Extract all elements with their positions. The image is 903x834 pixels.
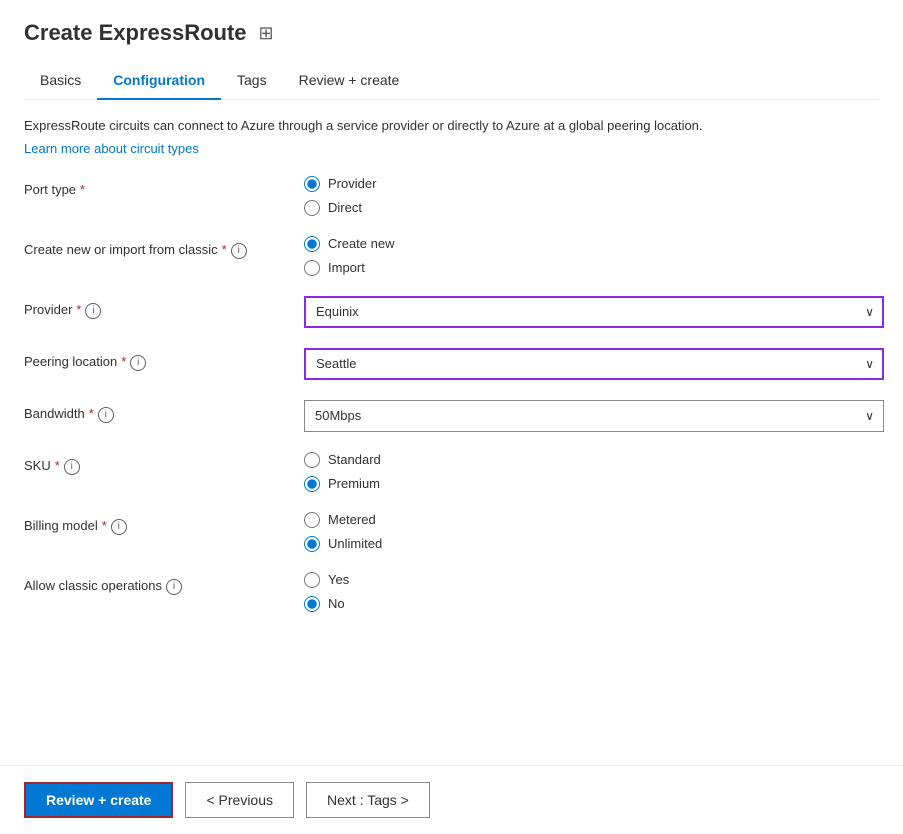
billing-model-label: Billing model [24,518,98,533]
billing-model-label-col: Billing model * i [24,512,304,535]
provider-row: Provider * i Equinix AT&T Verizon Centur… [24,296,879,328]
create-import-row: Create new or import from classic * i Cr… [24,236,879,276]
sku-standard-label: Standard [328,452,381,467]
sku-info-icon[interactable]: i [64,459,80,475]
main-content: Create ExpressRoute ⊞ Basics Configurati… [0,0,903,765]
create-import-required: * [222,242,227,257]
bandwidth-controls: 50Mbps 100Mbps 200Mbps 500Mbps 1Gbps 2Gb… [304,400,884,432]
create-new-label: Create new [328,236,394,251]
tabs-container: Basics Configuration Tags Review + creat… [24,62,879,100]
billing-model-info-icon[interactable]: i [111,519,127,535]
sku-standard-option[interactable]: Standard [304,452,879,468]
create-import-label: Create new or import from classic [24,242,218,257]
tab-basics[interactable]: Basics [24,62,97,100]
bandwidth-label-col: Bandwidth * i [24,400,304,423]
provider-select-wrapper: Equinix AT&T Verizon CenturyLink [304,296,884,328]
bandwidth-info-icon[interactable]: i [98,407,114,423]
tab-configuration[interactable]: Configuration [97,62,221,100]
bandwidth-select[interactable]: 50Mbps 100Mbps 200Mbps 500Mbps 1Gbps 2Gb… [304,400,884,432]
allow-classic-yes-radio[interactable] [304,572,320,588]
bandwidth-label: Bandwidth [24,406,85,421]
port-type-controls: Provider Direct [304,176,879,216]
sku-premium-option[interactable]: Premium [304,476,879,492]
sku-label: SKU [24,458,51,473]
previous-button[interactable]: < Previous [185,782,294,818]
billing-model-required: * [102,518,107,533]
form-section: Port type * Provider Direct [24,176,879,612]
learn-more-link[interactable]: Learn more about circuit types [24,141,199,156]
billing-unlimited-radio[interactable] [304,536,320,552]
review-create-button[interactable]: Review + create [24,782,173,818]
peering-location-select-wrapper: Seattle Chicago Dallas New York [304,348,884,380]
page-title-row: Create ExpressRoute ⊞ [24,20,879,46]
port-type-provider-option[interactable]: Provider [304,176,879,192]
billing-metered-option[interactable]: Metered [304,512,879,528]
billing-unlimited-option[interactable]: Unlimited [304,536,879,552]
peering-location-label: Peering location [24,354,117,369]
peering-location-required: * [121,354,126,369]
allow-classic-row: Allow classic operations i Yes No [24,572,879,612]
peering-location-label-col: Peering location * i [24,348,304,371]
peering-location-controls: Seattle Chicago Dallas New York [304,348,884,380]
feedback-icon[interactable]: ⊞ [259,23,274,44]
billing-unlimited-label: Unlimited [328,536,382,551]
peering-location-info-icon[interactable]: i [130,355,146,371]
tab-tags[interactable]: Tags [221,62,283,100]
allow-classic-no-label: No [328,596,345,611]
sku-label-col: SKU * i [24,452,304,475]
port-type-provider-radio[interactable] [304,176,320,192]
bandwidth-row: Bandwidth * i 50Mbps 100Mbps 200Mbps 500… [24,400,879,432]
sku-required: * [55,458,60,473]
sku-controls: Standard Premium [304,452,879,492]
allow-classic-yes-option[interactable]: Yes [304,572,879,588]
port-type-direct-label: Direct [328,200,362,215]
billing-metered-label: Metered [328,512,376,527]
port-type-provider-label: Provider [328,176,376,191]
billing-model-row: Billing model * i Metered Unlimited [24,512,879,552]
bandwidth-required: * [89,406,94,421]
allow-classic-label-col: Allow classic operations i [24,572,304,595]
port-type-row: Port type * Provider Direct [24,176,879,216]
allow-classic-no-radio[interactable] [304,596,320,612]
info-text: ExpressRoute circuits can connect to Azu… [24,116,879,136]
import-radio[interactable] [304,260,320,276]
import-label: Import [328,260,365,275]
create-import-label-col: Create new or import from classic * i [24,236,304,259]
import-option[interactable]: Import [304,260,879,276]
provider-controls: Equinix AT&T Verizon CenturyLink [304,296,884,328]
sku-premium-label: Premium [328,476,380,491]
provider-label: Provider [24,302,72,317]
port-type-direct-radio[interactable] [304,200,320,216]
bandwidth-select-wrapper: 50Mbps 100Mbps 200Mbps 500Mbps 1Gbps 2Gb… [304,400,884,432]
allow-classic-no-option[interactable]: No [304,596,879,612]
tab-review-create[interactable]: Review + create [283,62,416,100]
port-type-label-col: Port type * [24,176,304,197]
footer: Review + create < Previous Next : Tags > [0,765,903,834]
provider-select[interactable]: Equinix AT&T Verizon CenturyLink [304,296,884,328]
create-import-info-icon[interactable]: i [231,243,247,259]
port-type-direct-option[interactable]: Direct [304,200,879,216]
sku-standard-radio[interactable] [304,452,320,468]
port-type-label: Port type [24,182,76,197]
billing-model-controls: Metered Unlimited [304,512,879,552]
create-import-controls: Create new Import [304,236,879,276]
allow-classic-info-icon[interactable]: i [166,579,182,595]
next-tags-button[interactable]: Next : Tags > [306,782,430,818]
sku-premium-radio[interactable] [304,476,320,492]
billing-metered-radio[interactable] [304,512,320,528]
page-title: Create ExpressRoute [24,20,247,46]
sku-row: SKU * i Standard Premium [24,452,879,492]
allow-classic-yes-label: Yes [328,572,349,587]
allow-classic-label: Allow classic operations [24,578,162,593]
create-new-option[interactable]: Create new [304,236,879,252]
provider-required: * [76,302,81,317]
allow-classic-controls: Yes No [304,572,879,612]
provider-info-icon[interactable]: i [85,303,101,319]
port-type-required: * [80,182,85,197]
peering-location-select[interactable]: Seattle Chicago Dallas New York [304,348,884,380]
provider-label-col: Provider * i [24,296,304,319]
page-container: Create ExpressRoute ⊞ Basics Configurati… [0,0,903,834]
create-new-radio[interactable] [304,236,320,252]
peering-location-row: Peering location * i Seattle Chicago Dal… [24,348,879,380]
